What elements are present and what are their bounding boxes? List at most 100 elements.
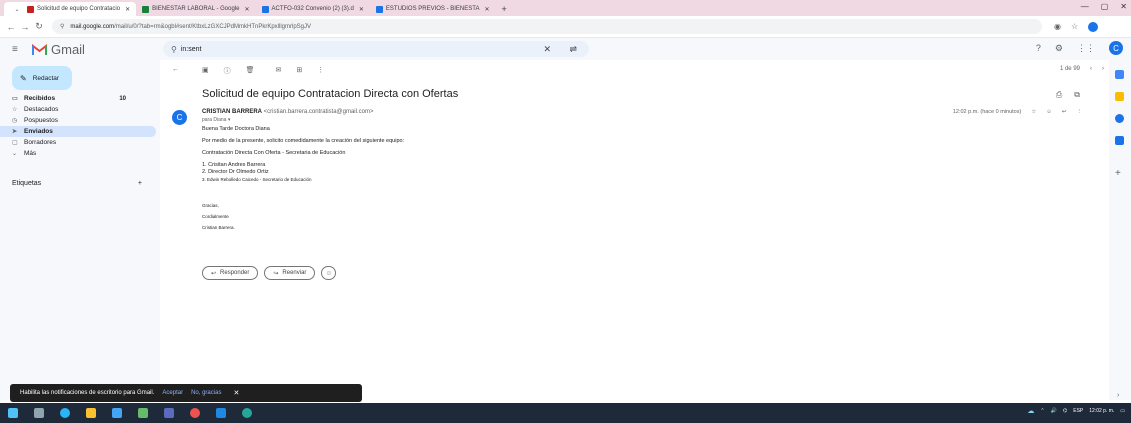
maximize-icon[interactable]: ▢: [1101, 2, 1109, 11]
eye-icon[interactable]: ◉: [1054, 22, 1061, 31]
more-options-icon[interactable]: ⋮: [317, 66, 324, 76]
list-item: 3. Edwin Rebolledo Caicedo - Secretario …: [202, 177, 312, 182]
chrome-profile-icon[interactable]: [242, 408, 252, 418]
close-window-icon[interactable]: ✕: [1120, 2, 1127, 11]
back-to-list-icon[interactable]: ←: [172, 66, 179, 76]
tasks-icon[interactable]: [1115, 114, 1124, 123]
help-icon[interactable]: ?: [1036, 43, 1041, 53]
site-info-icon[interactable]: ⚲: [60, 23, 64, 30]
gmail-logo[interactable]: Gmail: [32, 42, 152, 57]
browser-tab[interactable]: ⌄ Solicitud de equipo Contratacio ✕: [4, 2, 137, 16]
sidebar-item-más[interactable]: ⌄ Más: [0, 148, 156, 159]
sidebar-item-destacados[interactable]: ☆ Destacados: [0, 104, 156, 115]
open-new-window-icon[interactable]: ⧉: [1074, 90, 1080, 100]
emoji-button[interactable]: ☺: [321, 266, 337, 280]
tab-title: ACTFO-032 Convenio (2) (3).d: [271, 6, 354, 12]
back-icon[interactable]: ←: [4, 22, 18, 32]
folder-icon[interactable]: [86, 408, 96, 418]
forward-button[interactable]: ↪ Reenviar: [264, 266, 316, 280]
tray-chevron-icon[interactable]: ⌃: [1040, 408, 1044, 414]
browser-tab[interactable]: BIENESTAR LABORAL - Google ✕: [136, 2, 255, 16]
contacts-icon[interactable]: [1115, 136, 1124, 145]
apps-icon[interactable]: ⋮⋮: [1077, 43, 1095, 54]
accept-button[interactable]: Aceptar: [162, 390, 183, 396]
volume-icon[interactable]: 🔊: [1051, 408, 1057, 414]
more-options-icon[interactable]: ⋮: [1077, 109, 1083, 115]
sidebar-item-borradores[interactable]: ▢ Borradores: [0, 137, 156, 148]
sidebar-item-label: Recibidos: [24, 95, 56, 102]
app-icon[interactable]: [138, 408, 148, 418]
keep-icon[interactable]: [1115, 92, 1124, 101]
browser-tab[interactable]: ACTFO-032 Convenio (2) (3).d ✕: [256, 2, 370, 16]
print-icon[interactable]: ⎙: [1056, 90, 1062, 100]
sidebar-item-pospuestos[interactable]: ◷ Pospuestos: [0, 115, 156, 126]
collapse-panel-icon[interactable]: ›: [1117, 392, 1119, 399]
add-label-icon[interactable]: +: [138, 180, 142, 187]
weather-icon[interactable]: ☁: [1027, 407, 1034, 415]
search-icon[interactable]: ⚲: [171, 45, 177, 54]
edge-icon[interactable]: [60, 408, 70, 418]
clock[interactable]: 12:02 p. m.: [1089, 408, 1114, 414]
sidebar-item-label: Pospuestos: [24, 117, 58, 124]
draft-icon: ▢: [12, 140, 18, 146]
side-panel: + ›: [1109, 60, 1131, 400]
chrome-icon[interactable]: [190, 408, 200, 418]
gear-icon[interactable]: ⚙: [1055, 43, 1063, 54]
teams-icon[interactable]: [164, 408, 174, 418]
minimize-icon[interactable]: —: [1081, 2, 1089, 11]
sidebar-item-label: Enviados: [24, 128, 53, 135]
search-options-icon[interactable]: ⇌: [569, 44, 577, 55]
task-view-icon[interactable]: [34, 408, 44, 418]
search-input[interactable]: ⚲ in:sent ✕ ⇌: [163, 41, 589, 57]
bookmark-star-icon[interactable]: ☆: [1071, 22, 1078, 31]
trash-icon[interactable]: 🗑: [246, 66, 255, 76]
pager: 1 de 99 ‹ ›: [1060, 66, 1104, 72]
close-icon[interactable]: ✕: [359, 6, 364, 13]
decline-button[interactable]: No, gracias: [191, 390, 221, 396]
sidebar-item-recibidos[interactable]: ▭ Recibidos 10: [0, 93, 156, 104]
word-icon[interactable]: [216, 408, 226, 418]
reload-icon[interactable]: ↻: [32, 21, 46, 32]
tab-search-icon[interactable]: ⌄: [10, 6, 24, 13]
add-addon-icon[interactable]: +: [1115, 168, 1121, 179]
browser-tab[interactable]: ESTUDIOS PREVIOS - BIENESTA ✕: [370, 2, 496, 16]
pager-text: 1 de 99: [1059, 66, 1080, 72]
member-list: 1. Crisitan Andres Barrera 2. Director D…: [202, 162, 802, 183]
gmail-header: ≡ Gmail ⚲ in:sent ✕ ⇌ ? ⚙ ⋮⋮ C: [0, 38, 1131, 60]
reply-button[interactable]: ↩ Responder: [202, 266, 259, 280]
forward-icon[interactable]: →: [18, 22, 32, 32]
recipient-details[interactable]: para Diana ▾: [202, 117, 230, 123]
compose-button[interactable]: ✎ Redactar: [12, 66, 72, 90]
next-icon[interactable]: ›: [1102, 66, 1104, 72]
gmail-tab-icon: [27, 5, 34, 13]
reply-label: Responder: [220, 270, 250, 276]
windows-start-icon[interactable]: [8, 408, 18, 418]
mark-unread-icon[interactable]: ✉: [276, 66, 282, 76]
language-indicator[interactable]: ESP: [1073, 408, 1083, 414]
star-icon[interactable]: ☆: [1031, 109, 1036, 115]
new-tab-button[interactable]: +: [496, 2, 513, 16]
emoji-react-icon[interactable]: ☺: [1046, 109, 1052, 115]
reply-icon[interactable]: ↩: [1062, 109, 1067, 115]
prev-icon[interactable]: ‹: [1090, 66, 1092, 72]
network-icon[interactable]: ⌬: [1063, 408, 1067, 414]
email-body: Buena Tarde Doctora Diana Por medio de l…: [202, 126, 802, 236]
report-spam-icon[interactable]: ⓘ: [224, 66, 231, 76]
clear-search-icon[interactable]: ✕: [543, 44, 551, 55]
close-icon[interactable]: ✕: [244, 6, 249, 13]
close-icon[interactable]: ✕: [484, 6, 489, 13]
sidebar-item-enviados[interactable]: ➤ Enviados: [0, 126, 156, 137]
window-controls: — ▢ ✕: [1081, 2, 1127, 11]
close-icon[interactable]: ✕: [233, 389, 239, 397]
url-path: /mail/u/0/?tab=rm&ogbl#sent/KtbxLzGXCJPd…: [114, 23, 312, 30]
archive-icon[interactable]: ▣: [202, 66, 209, 76]
store-icon[interactable]: [112, 408, 122, 418]
notifications-icon[interactable]: ▭: [1120, 408, 1125, 414]
url-field[interactable]: ⚲ mail.google.com/mail/u/0/?tab=rm&ogbl#…: [52, 19, 1042, 34]
close-icon[interactable]: ✕: [125, 6, 130, 13]
menu-icon[interactable]: ≡: [12, 44, 26, 55]
calendar-icon[interactable]: [1115, 70, 1124, 79]
move-to-icon[interactable]: ⊞: [296, 66, 302, 76]
profile-icon[interactable]: [1088, 21, 1099, 32]
avatar[interactable]: C: [1109, 41, 1123, 55]
